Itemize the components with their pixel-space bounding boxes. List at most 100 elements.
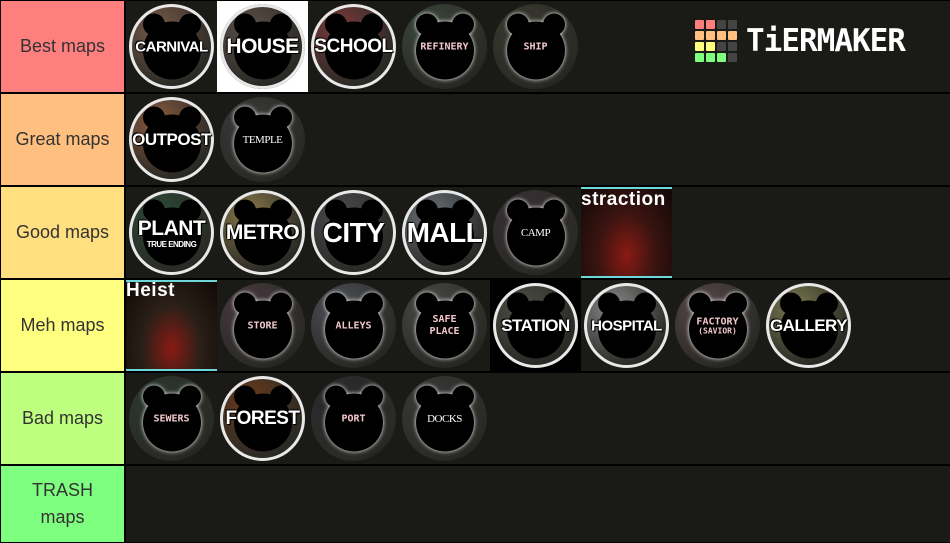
tier-items[interactable]: PLANT TRUE ENDING METRO CITY MALL CAMP stracti…	[126, 187, 950, 278]
map-name-text: SAFE PLACE	[429, 313, 460, 337]
tier-label[interactable]: Great maps	[1, 94, 124, 185]
tier-label[interactable]: Good maps	[1, 187, 124, 278]
map-name: CITY	[311, 217, 396, 249]
map-icon: FOREST	[220, 376, 305, 461]
tier-item-hospital[interactable]: HOSPITAL	[581, 280, 672, 371]
tier-item-school[interactable]: SCHOOL	[308, 1, 399, 92]
map-name-text: CAMP	[520, 226, 551, 239]
tier-item-carnival[interactable]: CARNIVAL	[126, 1, 217, 92]
tier-item-factory[interactable]: FACTORY (SAVIOR)	[672, 280, 763, 371]
logo-grid-cell	[706, 53, 715, 62]
tier-item-metro[interactable]: METRO	[217, 187, 308, 278]
logo-grid-cell	[717, 20, 726, 29]
map-name-text: PLANT	[137, 216, 206, 240]
logo-grid-cell	[706, 42, 715, 51]
map-name: PLANT TRUE ENDING	[129, 217, 214, 249]
map-icon: CARNIVAL	[129, 4, 214, 89]
tier-item-ship[interactable]: SHIP	[490, 1, 581, 92]
map-name-text: CITY	[322, 216, 385, 248]
logo-grid-cell	[706, 20, 715, 29]
tier-item-sewers[interactable]: SEWERS	[126, 373, 217, 464]
map-name: OUTPOST	[129, 130, 214, 150]
thumbnail-caption: straction	[581, 189, 666, 210]
map-icon: SHIP	[493, 4, 578, 89]
map-icon: HOUSE	[220, 4, 305, 89]
tiermaker-logo[interactable]: TiERMAKER	[695, 20, 906, 62]
map-name-text: SHIP	[523, 41, 548, 52]
map-name-text: ALLEYS	[335, 320, 372, 331]
map-name: SAFE PLACE	[402, 314, 487, 338]
logo-grid-cell	[695, 31, 704, 40]
tier-item-mall[interactable]: MALL	[399, 187, 490, 278]
logo-grid-cell	[717, 31, 726, 40]
logo-grid-cell	[706, 31, 715, 40]
tier-item-plant[interactable]: PLANT TRUE ENDING	[126, 187, 217, 278]
tier-row: Bad maps SEWERS FOREST PORT DOCKS	[0, 373, 950, 464]
map-name-text: REFINERY	[420, 41, 469, 52]
map-icon: PLANT TRUE ENDING	[129, 190, 214, 275]
thumbnail-caption: Heist	[126, 280, 175, 301]
logo-grid-cell	[728, 53, 737, 62]
tier-items[interactable]	[126, 466, 950, 542]
tier-label[interactable]: TRASH maps	[1, 466, 124, 542]
tier-item-store[interactable]: STORE	[217, 280, 308, 371]
logo-grid-cell	[695, 42, 704, 51]
map-name: FACTORY (SAVIOR)	[675, 316, 760, 335]
map-name: HOSPITAL	[584, 317, 669, 334]
map-name: STORE	[220, 320, 305, 331]
tier-label[interactable]: Best maps	[1, 1, 124, 92]
map-name: MALL	[402, 217, 487, 249]
tier-item-gallery[interactable]: GALLERY	[763, 280, 854, 371]
tier-items[interactable]: SEWERS FOREST PORT DOCKS	[126, 373, 950, 464]
map-name-text: STATION	[501, 315, 570, 335]
map-name: REFINERY	[402, 41, 487, 52]
map-icon: SAFE PLACE	[402, 283, 487, 368]
map-name: SCHOOL	[311, 36, 396, 58]
tier-item-station[interactable]: STATION	[490, 280, 581, 371]
tier-item-temple[interactable]: TEMPLE	[217, 94, 308, 185]
tier-item-refinery[interactable]: REFINERY	[399, 1, 490, 92]
tier-item-city[interactable]: CITY	[308, 187, 399, 278]
map-icon: DOCKS	[402, 376, 487, 461]
tier-item-port[interactable]: PORT	[308, 373, 399, 464]
logo-grid-cell	[728, 42, 737, 51]
tier-item-camp[interactable]: CAMP	[490, 187, 581, 278]
map-name-text: SCHOOL	[314, 35, 393, 57]
logo-grid-cell	[717, 53, 726, 62]
logo-grid-cell	[695, 53, 704, 62]
tier-item-outpost[interactable]: OUTPOST	[126, 94, 217, 185]
tiermaker-wordmark: TiERMAKER	[746, 23, 906, 59]
tier-item-house[interactable]: HOUSE	[217, 1, 308, 92]
tier-item-thumbnail[interactable]: Heist	[126, 280, 217, 371]
map-name: STATION	[493, 316, 578, 336]
tier-item-alleys[interactable]: ALLEYS	[308, 280, 399, 371]
map-name-text: SEWERS	[153, 413, 190, 424]
tier-items[interactable]: OUTPOST TEMPLE	[126, 94, 950, 185]
map-name: TEMPLE	[220, 134, 305, 146]
tier-row: Meh maps Heist STORE ALLEYS SAFE PLACE STATION…	[0, 280, 950, 371]
tier-list: Best maps CARNIVAL HOUSE SCHOOL REFINERY SHIP…	[0, 0, 950, 543]
map-name: METRO	[220, 221, 305, 245]
tier-item-thumbnail[interactable]: straction	[581, 187, 672, 278]
tier-item-forest[interactable]: FOREST	[217, 373, 308, 464]
tier-label[interactable]: Meh maps	[1, 280, 124, 371]
map-icon: SEWERS	[129, 376, 214, 461]
map-name-text: MALL	[406, 216, 483, 248]
map-icon: SCHOOL	[311, 4, 396, 89]
tier-item-safe-place[interactable]: SAFE PLACE	[399, 280, 490, 371]
map-icon: GALLERY	[766, 283, 851, 368]
map-icon: STATION	[493, 283, 578, 368]
map-name-text: METRO	[225, 220, 300, 244]
map-name-text: DOCKS	[427, 412, 462, 425]
map-name-text: HOSPITAL	[591, 317, 662, 334]
tier-label[interactable]: Bad maps	[1, 373, 124, 464]
tier-row: Good maps PLANT TRUE ENDING METRO CITY MALL CA…	[0, 187, 950, 278]
map-name: HOUSE	[220, 35, 305, 59]
tier-items[interactable]: Heist STORE ALLEYS SAFE PLACE STATION HOSPITAL…	[126, 280, 950, 371]
map-icon: CITY	[311, 190, 396, 275]
map-icon: METRO	[220, 190, 305, 275]
map-icon: STORE	[220, 283, 305, 368]
logo-grid-cell	[728, 20, 737, 29]
map-name: DOCKS	[402, 413, 487, 425]
tier-item-docks[interactable]: DOCKS	[399, 373, 490, 464]
